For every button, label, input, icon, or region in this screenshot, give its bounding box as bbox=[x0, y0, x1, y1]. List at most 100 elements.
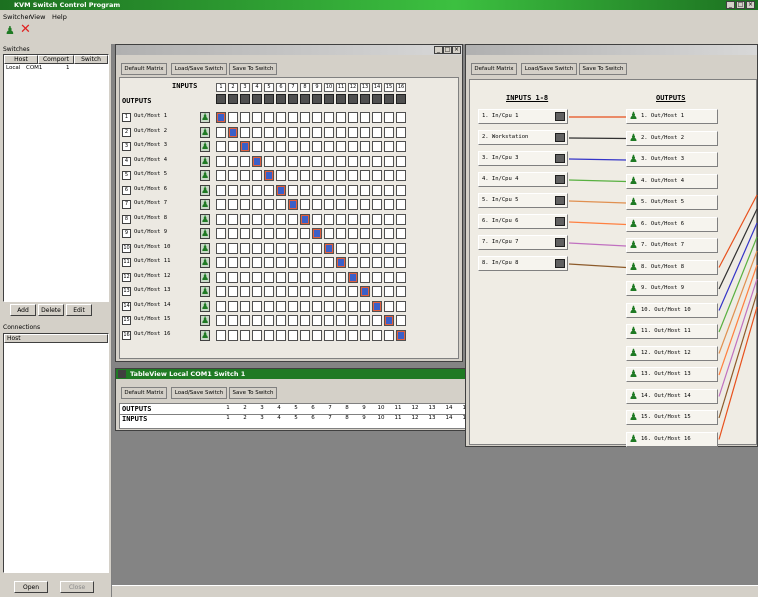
matrix-cell[interactable] bbox=[396, 300, 406, 312]
input-icon[interactable] bbox=[228, 94, 238, 104]
input-icon[interactable] bbox=[240, 94, 250, 104]
matrix-cell[interactable] bbox=[252, 228, 262, 239]
matrix-cell[interactable] bbox=[360, 271, 370, 283]
matrix-cell[interactable] bbox=[384, 329, 394, 341]
matrix-cell[interactable] bbox=[396, 112, 406, 123]
matrix-cell[interactable] bbox=[348, 329, 358, 341]
matrix-cell[interactable] bbox=[300, 257, 310, 268]
matrix-cell[interactable] bbox=[360, 242, 370, 254]
matrix-cell[interactable] bbox=[288, 141, 298, 152]
matrix-cell[interactable] bbox=[384, 286, 394, 297]
matrix-cell[interactable] bbox=[372, 155, 382, 167]
matrix-cell[interactable] bbox=[360, 141, 370, 152]
matrix-cell[interactable] bbox=[228, 170, 238, 181]
graph-output-node[interactable]: ♟ 8. Out/Host 8 bbox=[626, 259, 718, 275]
matrix-cell[interactable] bbox=[264, 213, 274, 225]
matrix-cell[interactable] bbox=[288, 271, 298, 283]
tab-save-to-switch[interactable]: Save To Switch bbox=[229, 63, 277, 75]
output-host-icon[interactable]: ♟ bbox=[200, 155, 210, 167]
matrix-cell[interactable] bbox=[264, 141, 274, 152]
matrix-cell[interactable] bbox=[348, 199, 358, 210]
input-icon[interactable] bbox=[288, 94, 298, 104]
matrix-cell[interactable] bbox=[240, 170, 250, 181]
graph-output-node[interactable]: ♟ 4. Out/Host 4 bbox=[626, 173, 718, 189]
matrix-cell[interactable] bbox=[240, 300, 250, 312]
table-input-cell[interactable]: 11 bbox=[390, 415, 406, 421]
matrix-cell[interactable] bbox=[348, 155, 358, 167]
matrix-cell[interactable] bbox=[276, 213, 286, 225]
matrix-cell[interactable] bbox=[396, 213, 406, 225]
matrix-cell[interactable] bbox=[288, 155, 298, 167]
matrix-cell[interactable] bbox=[348, 300, 358, 312]
table-input-cell[interactable]: 1 bbox=[220, 415, 236, 421]
graph-input-node[interactable]: 7. In/Cpu 7 bbox=[478, 235, 568, 250]
minimize-button[interactable]: _ bbox=[726, 1, 735, 9]
input-icon[interactable] bbox=[216, 94, 226, 104]
matrix-cell[interactable] bbox=[324, 300, 334, 312]
matrix-cell[interactable] bbox=[240, 155, 250, 167]
matrix-cell[interactable] bbox=[264, 242, 274, 254]
graph-output-node[interactable]: ♟ 14. Out/Host 14 bbox=[626, 388, 718, 404]
matrix-cell[interactable] bbox=[396, 257, 406, 268]
matrix-cell[interactable] bbox=[288, 170, 298, 181]
matrix-cell[interactable] bbox=[384, 155, 394, 167]
matrix-cell[interactable] bbox=[240, 242, 250, 254]
matrix-cell[interactable] bbox=[252, 155, 262, 167]
table-input-cell[interactable]: 12 bbox=[407, 415, 423, 421]
matrix-cell[interactable] bbox=[372, 112, 382, 123]
matrix-cell[interactable] bbox=[288, 300, 298, 312]
matrix-cell[interactable] bbox=[336, 199, 346, 210]
output-host-icon[interactable]: ♟ bbox=[200, 141, 210, 152]
matrix-cell[interactable] bbox=[384, 199, 394, 210]
output-host-icon[interactable]: ♟ bbox=[200, 170, 210, 181]
matrix-cell[interactable] bbox=[276, 286, 286, 297]
matrix-cell[interactable] bbox=[336, 257, 346, 268]
matrix-cell[interactable] bbox=[276, 170, 286, 181]
matrix-cell[interactable] bbox=[264, 271, 274, 283]
matrix-cell[interactable] bbox=[396, 126, 406, 138]
graph-output-node[interactable]: ♟ 6. Out/Host 6 bbox=[626, 216, 718, 232]
close-connection-button[interactable]: Close bbox=[60, 581, 94, 593]
matrix-cell[interactable] bbox=[372, 286, 382, 297]
matrix-cell[interactable] bbox=[228, 286, 238, 297]
matrix-cell[interactable] bbox=[264, 329, 274, 341]
matrix-cell[interactable] bbox=[396, 199, 406, 210]
matrix-cell[interactable] bbox=[324, 112, 334, 123]
matrix-cell[interactable] bbox=[360, 228, 370, 239]
matrix-cell[interactable] bbox=[288, 199, 298, 210]
matrix-cell[interactable] bbox=[288, 257, 298, 268]
graph-output-node[interactable]: ♟ 12. Out/Host 12 bbox=[626, 345, 718, 361]
matrix-cell[interactable] bbox=[216, 242, 226, 254]
matrix-cell[interactable] bbox=[312, 300, 322, 312]
matrix-cell[interactable] bbox=[252, 271, 262, 283]
graph-output-node[interactable]: ♟ 13. Out/Host 13 bbox=[626, 367, 718, 382]
matrix-cell[interactable] bbox=[348, 184, 358, 196]
input-icon[interactable] bbox=[300, 94, 310, 104]
matrix-cell[interactable] bbox=[264, 300, 274, 312]
col-comport[interactable]: Comport bbox=[38, 55, 74, 64]
matrix-cell[interactable] bbox=[312, 315, 322, 326]
graph-output-node[interactable]: ♟ 15. Out/Host 15 bbox=[626, 410, 718, 425]
matrix-cell[interactable] bbox=[348, 257, 358, 268]
graph-output-node[interactable]: ♟ 9. Out/Host 9 bbox=[626, 281, 718, 296]
matrix-cell[interactable] bbox=[264, 170, 274, 181]
tab-default-matrix[interactable]: Default Matrix bbox=[121, 63, 167, 75]
matrix-cell[interactable] bbox=[300, 300, 310, 312]
matrix-cell[interactable] bbox=[216, 257, 226, 268]
matrix-cell[interactable] bbox=[216, 286, 226, 297]
matrix-cell[interactable] bbox=[336, 126, 346, 138]
open-button[interactable]: Open bbox=[14, 581, 48, 593]
matrix-cell[interactable] bbox=[240, 199, 250, 210]
matrix-cell[interactable] bbox=[276, 126, 286, 138]
matrix-cell[interactable] bbox=[216, 315, 226, 326]
graph-input-node[interactable]: 2. Workstation bbox=[478, 130, 568, 145]
matrix-cell[interactable] bbox=[396, 141, 406, 152]
matrix-cell[interactable] bbox=[312, 329, 322, 341]
input-icon[interactable] bbox=[264, 94, 274, 104]
matrix-cell[interactable] bbox=[276, 228, 286, 239]
output-host-icon[interactable]: ♟ bbox=[200, 300, 210, 312]
output-host-icon[interactable]: ♟ bbox=[200, 228, 210, 239]
table-input-cell[interactable]: 6 bbox=[305, 415, 321, 421]
matrix-cell[interactable] bbox=[324, 286, 334, 297]
matrix-cell[interactable] bbox=[240, 228, 250, 239]
